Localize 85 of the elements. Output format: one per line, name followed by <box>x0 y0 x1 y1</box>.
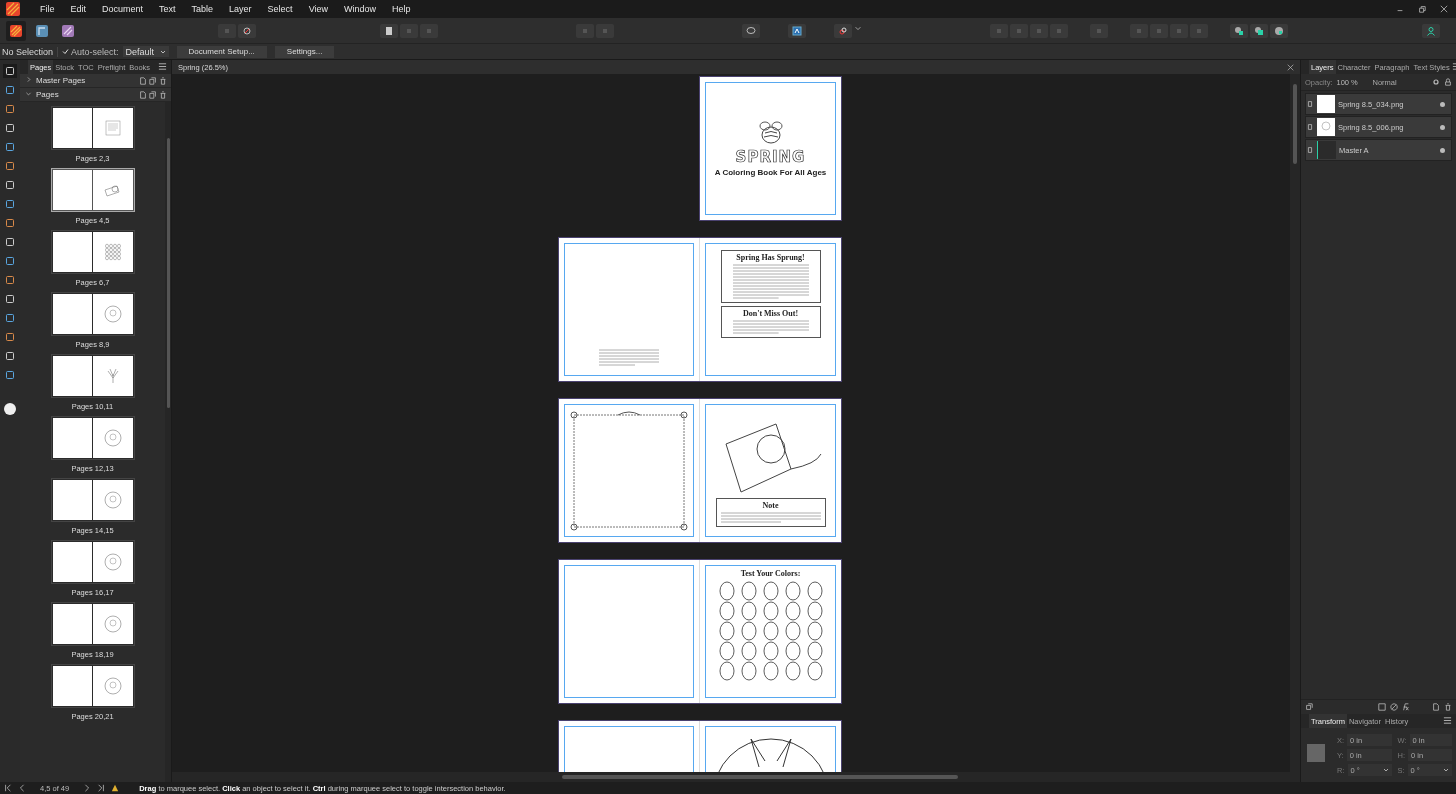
layer-type-icon <box>1306 123 1314 131</box>
gear-icon[interactable] <box>1432 78 1440 86</box>
menu-item[interactable]: Document <box>94 4 152 14</box>
subtract-shape-icon[interactable] <box>1250 23 1268 38</box>
spread-thumbnail[interactable] <box>50 478 135 522</box>
add-layer-icon[interactable] <box>1432 703 1440 711</box>
spread-thumbnail[interactable] <box>50 292 135 336</box>
visibility-dot[interactable] <box>1440 124 1445 130</box>
caret-icon <box>159 48 166 55</box>
layer-thumbnail <box>1317 141 1336 159</box>
auto-select-label: Auto-select: <box>71 46 119 57</box>
menu-item[interactable]: Help <box>384 4 419 14</box>
speech-bubble-icon[interactable] <box>742 23 760 38</box>
delete-icon[interactable] <box>159 90 167 99</box>
scrollbar-thumb[interactable] <box>1293 84 1297 164</box>
box-heading: Spring Has Sprung! <box>736 253 805 262</box>
spread-thumbnail[interactable] <box>50 664 135 708</box>
anchor-point-icon[interactable] <box>1305 742 1327 764</box>
spread-thumbnail[interactable] <box>50 230 135 274</box>
scrollbar-thumb[interactable] <box>562 775 958 779</box>
menu-item[interactable]: Select <box>259 4 301 14</box>
layers-icon[interactable] <box>1305 703 1313 711</box>
hyperlink-icon[interactable] <box>834 23 852 38</box>
caret-icon <box>1382 767 1389 773</box>
menu-item[interactable]: View <box>300 4 336 14</box>
menu-item[interactable]: Edit <box>62 4 95 14</box>
previous-page-icon[interactable] <box>18 784 26 792</box>
layer-thumbnail <box>1317 118 1335 136</box>
paragraph-lines-drawing <box>599 349 659 367</box>
page-icon[interactable] <box>380 23 398 38</box>
close-icon[interactable] <box>1440 5 1448 13</box>
lock-icon[interactable] <box>1444 78 1452 86</box>
spread-thumbnail[interactable] <box>50 602 135 646</box>
layer-type-icon <box>1306 100 1314 108</box>
toolbar-button[interactable]: Settings... <box>274 45 335 58</box>
spread-thumbnail[interactable] <box>50 106 135 150</box>
section-header[interactable]: Pages <box>36 90 59 99</box>
spread-thumbnail[interactable] <box>50 354 135 398</box>
delete-icon[interactable] <box>1444 703 1452 711</box>
fx-icon[interactable] <box>1402 703 1410 711</box>
chevron-right-icon[interactable] <box>25 76 32 83</box>
first-page-icon[interactable] <box>4 784 12 792</box>
menu-icon[interactable] <box>158 61 167 71</box>
publisher-persona-icon[interactable] <box>6 20 26 41</box>
box-heading: Note <box>762 501 779 510</box>
last-page-icon[interactable] <box>97 784 106 792</box>
selection-label: No Selection <box>0 46 59 57</box>
caret-icon <box>1443 767 1449 773</box>
chevron-down-icon[interactable] <box>25 90 32 97</box>
spread-thumbnail[interactable] <box>50 168 135 212</box>
mask-icon[interactable] <box>1378 703 1386 711</box>
duplicate-icon[interactable] <box>149 90 157 99</box>
auto-select-checkbox[interactable] <box>62 48 70 55</box>
menu-item[interactable]: File <box>32 4 63 14</box>
add-shape-icon[interactable] <box>1230 23 1248 38</box>
restore-icon[interactable] <box>1418 5 1426 13</box>
color-swatch[interactable] <box>4 403 16 415</box>
page-heading: Test Your Colors: <box>740 569 801 578</box>
spread-thumbnail[interactable] <box>50 416 135 460</box>
warning-icon[interactable] <box>111 784 120 792</box>
cover-title: SPRING <box>735 148 806 166</box>
gear-icon[interactable] <box>238 23 256 38</box>
duplicate-icon[interactable] <box>149 76 157 85</box>
intersect-shape-icon[interactable] <box>1270 23 1288 38</box>
visibility-dot[interactable] <box>1440 101 1445 107</box>
layer-thumbnail <box>1317 95 1335 113</box>
delete-icon[interactable] <box>159 76 167 85</box>
app-logo-icon <box>6 2 20 16</box>
adjustment-icon[interactable] <box>1390 703 1398 711</box>
menu-item[interactable]: Table <box>183 4 222 14</box>
cover-subtitle: A Coloring Book For All Ages <box>714 168 827 177</box>
layer-type-icon <box>1306 146 1314 154</box>
menu-item[interactable]: Text <box>151 4 184 14</box>
spread-thumbnail[interactable] <box>50 540 135 584</box>
scrollbar-thumb[interactable] <box>166 138 170 408</box>
close-icon[interactable] <box>1287 63 1294 71</box>
next-page-icon[interactable] <box>83 784 92 792</box>
toolbar-button[interactable]: Document Setup... <box>176 45 267 58</box>
menu-icon[interactable] <box>1443 715 1452 725</box>
visibility-dot[interactable] <box>1440 147 1445 153</box>
menu-item[interactable]: Window <box>336 4 384 14</box>
box-heading: Don't Miss Out! <box>742 309 799 318</box>
menu-item[interactable]: Layer <box>221 4 260 14</box>
auto-select-dropdown[interactable]: Default <box>122 46 169 57</box>
user-icon[interactable] <box>1422 23 1440 38</box>
